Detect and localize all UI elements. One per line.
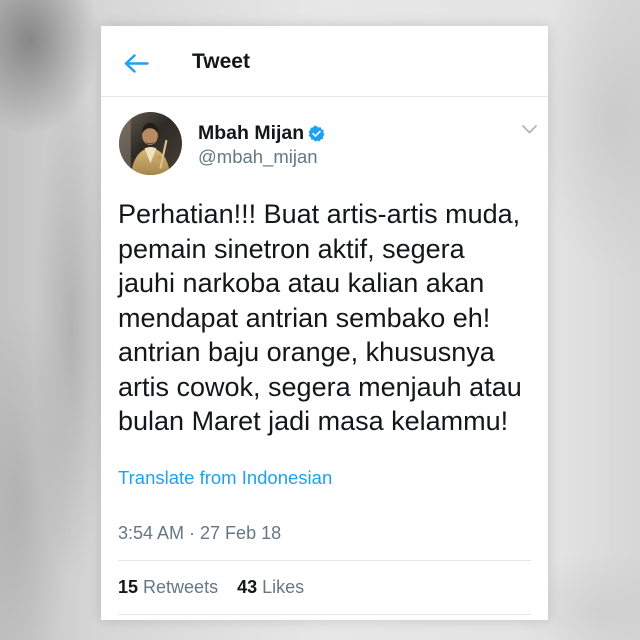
page-title: Tweet xyxy=(192,50,250,73)
tweet-text-line: mendapat antrian sembako eh! xyxy=(118,302,491,333)
toolbar: Tweet xyxy=(101,26,548,96)
back-button[interactable] xyxy=(124,53,150,73)
stats-bottom-divider xyxy=(118,614,531,615)
translate-link[interactable]: Translate from Indonesian xyxy=(118,467,332,489)
header-divider xyxy=(101,96,548,97)
author-handle[interactable]: @mbah_mijan xyxy=(198,146,318,168)
tweet-text-line: antrian baju orange, khususnya xyxy=(118,337,495,367)
tweet-stats: 15 Retweets 43 Likes xyxy=(118,576,304,598)
likes-link[interactable]: 43 Likes xyxy=(237,576,304,598)
retweets-link[interactable]: 15 Retweets xyxy=(118,576,218,598)
tweet-detail-card: Tweet Mbah Mijan @mbah_mijan Perhatian!!… xyxy=(101,26,548,620)
tweet-text-line: Perhatian!!! Buat artis-artis muda, xyxy=(118,199,521,229)
tweet-text-line: jauhi narkoba atau kalian akan xyxy=(118,268,485,298)
tweet-text-line: artis cowok, segera menjauh atau xyxy=(118,371,522,402)
retweets-label: Retweets xyxy=(143,577,219,597)
stats-top-divider xyxy=(118,560,531,561)
author-name[interactable]: Mbah Mijan xyxy=(198,121,304,145)
likes-label: Likes xyxy=(262,577,305,597)
verified-badge-icon xyxy=(308,124,325,142)
retweets-count: 15 xyxy=(118,577,139,597)
screenshot-stage: Tweet Mbah Mijan @mbah_mijan Perhatian!!… xyxy=(0,0,640,640)
chevron-down-icon xyxy=(519,124,539,134)
author-row: Mbah Mijan xyxy=(198,121,325,145)
arrow-left-icon xyxy=(124,53,150,73)
tweet-menu-button[interactable] xyxy=(519,121,539,135)
tweet-text-line: bulan Maret jadi masa kelammu! xyxy=(118,406,509,436)
avatar[interactable] xyxy=(119,112,182,175)
avatar-photo xyxy=(119,112,182,175)
tweet-text-line: pemain sinetron aktif, segera xyxy=(118,233,465,264)
likes-count: 43 xyxy=(237,577,258,597)
tweet-timestamp: 3:54 AM · 27 Feb 18 xyxy=(118,523,282,543)
tweet-text: Perhatian!!! Buat artis-artis muda, pema… xyxy=(118,197,522,439)
